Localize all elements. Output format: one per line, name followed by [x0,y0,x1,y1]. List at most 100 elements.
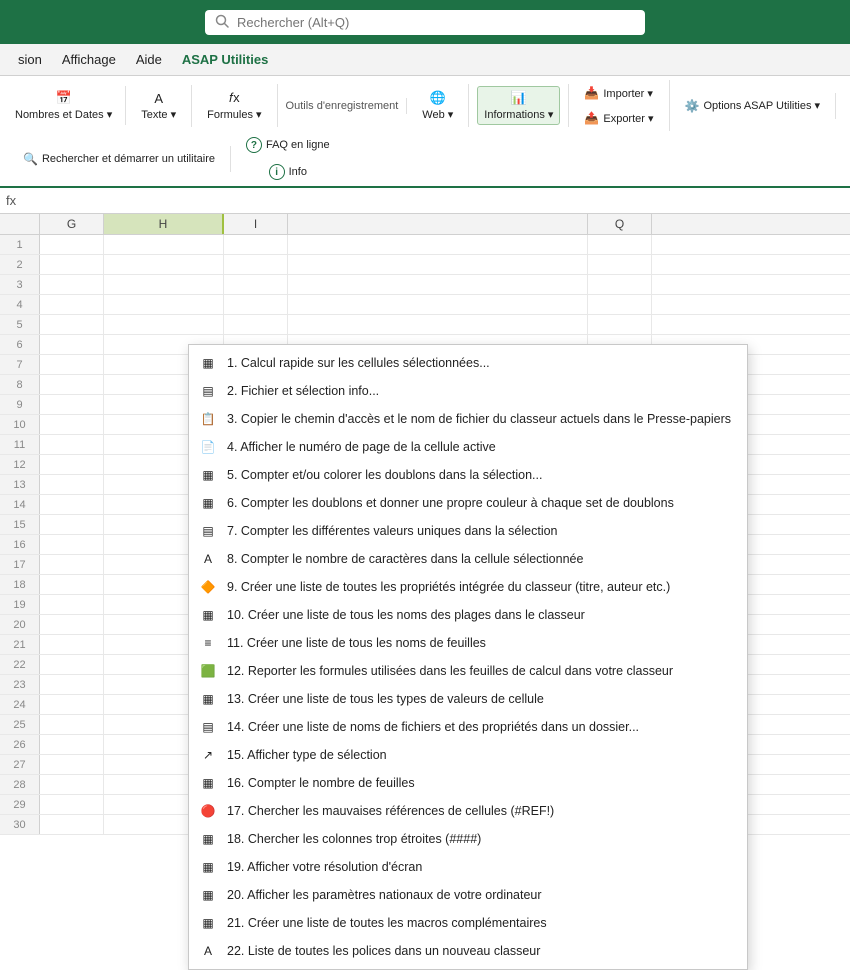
dropdown-item-icon: ▦ [197,466,219,484]
dropdown-item[interactable]: ▦ 1. Calcul rapide sur les cellules séle… [189,349,747,377]
dropdown-item-icon: 🔴 [197,802,219,820]
dropdown-item-label: 14. Créer une liste de noms de fichiers … [227,720,639,734]
ribbon-btn-importer[interactable]: 📥 Importer ▾ [577,82,660,104]
dropdown-item-label: 15. Afficher type de sélection [227,748,387,762]
dropdown-item-label: 13. Créer une liste de tous les types de… [227,692,544,706]
dropdown-item-icon: ▦ [197,858,219,876]
menu-item-asap[interactable]: ASAP Utilities [172,46,278,73]
dropdown-item[interactable]: 📋 3. Copier le chemin d'accès et le nom … [189,405,747,433]
ribbon: 📅 Nombres et Dates ▾ A Texte ▾ 𝑓x Formul… [0,76,850,188]
search-input[interactable] [237,15,635,30]
dropdown-item-icon: 🔶 [197,578,219,596]
table-row: 3 [0,275,850,295]
formula-icon: fx [6,193,16,208]
dropdown-item[interactable]: ▦ 16. Compter le nombre de feuilles [189,769,747,797]
dropdown-item-label: 12. Reporter les formules utilisées dans… [227,664,673,678]
dropdown-item-label: 2. Fichier et sélection info... [227,384,379,398]
col-header-h: H [104,214,224,234]
dropdown-item-icon: ▤ [197,382,219,400]
dropdown-menu: ▦ 1. Calcul rapide sur les cellules séle… [188,344,748,970]
dropdown-item[interactable]: ▦ 10. Créer une liste de tous les noms d… [189,601,747,629]
dropdown-item-label: 11. Créer une liste de tous les noms de … [227,636,486,650]
dropdown-item[interactable]: ▦ 21. Créer une liste de toutes les macr… [189,909,747,937]
dropdown-item-icon: ▦ [197,774,219,792]
dropdown-item-label: 18. Chercher les colonnes trop étroites … [227,832,481,846]
ribbon-btn-formules[interactable]: 𝑓x Formules ▾ [200,86,268,125]
dropdown-item[interactable]: ≡ 11. Créer une liste de tous les noms d… [189,629,747,657]
menu-item-aide[interactable]: Aide [126,46,172,73]
dropdown-item-label: 5. Compter et/ou colorer les doublons da… [227,468,542,482]
ribbon-btn-web[interactable]: 🌐 Web ▾ [415,86,460,125]
dropdown-item-icon: ▦ [197,354,219,372]
dropdown-item-label: 8. Compter le nombre de caractères dans … [227,552,583,566]
menu-item-sion[interactable]: sion [8,46,52,73]
dropdown-item-label: 7. Compter les différentes valeurs uniqu… [227,524,558,538]
ribbon-btn-options[interactable]: ⚙️ Options ASAP Utilities ▾ [678,95,828,117]
dropdown-item[interactable]: ▦ 5. Compter et/ou colorer les doublons … [189,461,747,489]
col-headers: G H I Q [0,214,850,235]
dropdown-item-icon: A [197,550,219,568]
dropdown-item-icon: ▤ [197,718,219,736]
dropdown-item-icon: ≡ [197,634,219,652]
dropdown-item-icon: ▦ [197,914,219,932]
dropdown-item-icon: 🟩 [197,662,219,680]
dropdown-item[interactable]: ▦ 20. Afficher les paramètres nationaux … [189,881,747,909]
ribbon-btn-exporter[interactable]: 📤 Exporter ▾ [577,107,660,129]
search-bar [0,0,850,44]
ribbon-btn-informations[interactable]: 📊 Informations ▾ [477,86,560,125]
below-ribbon: fx G H I Q 1 2 3 4 5 6 [0,188,850,835]
dropdown-item-label: 6. Compter les doublons et donner une pr… [227,496,674,510]
dropdown-item-icon: ▦ [197,830,219,848]
dropdown-item-label: 3. Copier le chemin d'accès et le nom de… [227,412,731,426]
dropdown-item[interactable]: A 22. Liste de toutes les polices dans u… [189,937,747,965]
table-row: 4 [0,295,850,315]
dropdown-item[interactable]: 🔶 9. Créer une liste de toutes les propr… [189,573,747,601]
dropdown-item[interactable]: ▦ 18. Chercher les colonnes trop étroite… [189,825,747,853]
col-header-blank [288,214,588,234]
dropdown-item-icon: ↗ [197,746,219,764]
col-header-i: I [224,214,288,234]
dropdown-item[interactable]: ▦ 6. Compter les doublons et donner une … [189,489,747,517]
dropdown-item-icon: ▦ [197,494,219,512]
dropdown-item[interactable]: ▦ 19. Afficher votre résolution d'écran [189,853,747,881]
dropdown-item-label: 9. Créer une liste de toutes les proprié… [227,580,670,594]
ribbon-btn-rechercher[interactable]: 🔍 Rechercher et démarrer un utilitaire [16,148,222,170]
ribbon-btn-nombres-dates[interactable]: 📅 Nombres et Dates ▾ [8,86,119,125]
ribbon-btn-texte[interactable]: A Texte ▾ [134,87,183,125]
dropdown-item-icon: 📄 [197,438,219,456]
col-header-g: G [40,214,104,234]
table-row: 5 [0,315,850,335]
table-row: 2 [0,255,850,275]
col-header-q: Q [588,214,652,234]
menu-item-affichage[interactable]: Affichage [52,46,126,73]
ribbon-btn-info[interactable]: i Info [239,160,337,184]
dropdown-item[interactable]: ▤ 2. Fichier et sélection info... [189,377,747,405]
dropdown-item[interactable]: A 8. Compter le nombre de caractères dan… [189,545,747,573]
dropdown-item-label: 21. Créer une liste de toutes les macros… [227,916,547,930]
dropdown-item[interactable]: 🟩 12. Reporter les formules utilisées da… [189,657,747,685]
dropdown-item-label: 22. Liste de toutes les polices dans un … [227,944,540,958]
table-row: 1 [0,235,850,255]
ribbon-btn-faq[interactable]: ? FAQ en ligne [239,133,337,157]
dropdown-item-icon: ▦ [197,606,219,624]
dropdown-item[interactable]: ▦ 13. Créer une liste de tous les types … [189,685,747,713]
menu-bar: sion Affichage Aide ASAP Utilities [0,44,850,76]
dropdown-item-icon: ▦ [197,690,219,708]
search-input-wrap[interactable] [205,10,645,35]
dropdown-item[interactable]: ▤ 7. Compter les différentes valeurs uni… [189,517,747,545]
dropdown-item-label: 4. Afficher le numéro de page de la cell… [227,440,496,454]
dropdown-item-label: 1. Calcul rapide sur les cellules sélect… [227,356,490,370]
dropdown-item[interactable]: 🔴 17. Chercher les mauvaises références … [189,797,747,825]
dropdown-item[interactable]: ↗ 15. Afficher type de sélection [189,741,747,769]
dropdown-item-icon: ▦ [197,886,219,904]
dropdown-item-label: 10. Créer une liste de tous les noms des… [227,608,585,622]
formula-bar: fx [0,188,850,214]
dropdown-item-icon: A [197,942,219,960]
dropdown-item-label: 19. Afficher votre résolution d'écran [227,860,422,874]
dropdown-item-icon: ▤ [197,522,219,540]
dropdown-item-label: 16. Compter le nombre de feuilles [227,776,415,790]
dropdown-item[interactable]: ▤ 14. Créer une liste de noms de fichier… [189,713,747,741]
dropdown-item[interactable]: 📄 4. Afficher le numéro de page de la ce… [189,433,747,461]
search-icon [215,14,229,31]
dropdown-item-label: 20. Afficher les paramètres nationaux de… [227,888,542,902]
